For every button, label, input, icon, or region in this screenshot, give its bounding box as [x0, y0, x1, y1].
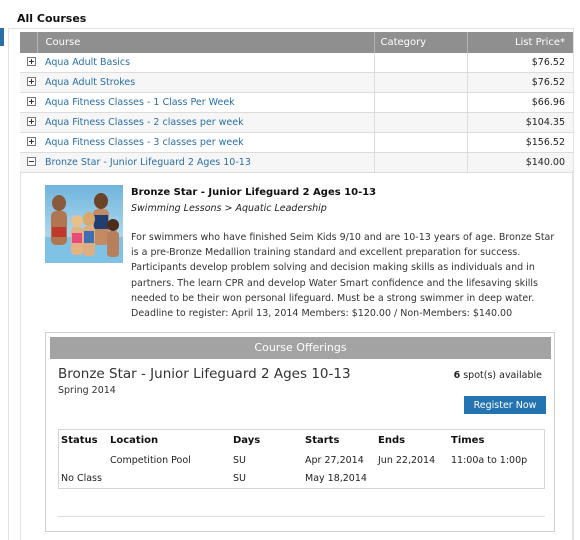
course-link[interactable]: Bronze Star - Junior Lifeguard 2 Ages 10…	[45, 157, 251, 168]
plus-square-icon[interactable]	[27, 136, 36, 146]
schedule-header-days: Days	[233, 435, 261, 446]
schedule-starts: Apr 27,2014	[305, 455, 364, 466]
course-price: $156.52	[467, 132, 573, 153]
course-description: For swimmers who have finished Seim Kids…	[131, 232, 555, 320]
course-link[interactable]: Aqua Adult Basics	[45, 57, 130, 68]
family-photo-illustration	[45, 193, 123, 263]
toggle-column-header	[20, 32, 38, 53]
table-row[interactable]: Aqua Adult Basics $76.52	[20, 53, 573, 73]
spots-label: spot(s) available	[463, 370, 542, 381]
course-column-header[interactable]: Course	[37, 32, 375, 53]
plus-square-icon[interactable]	[27, 56, 36, 66]
table-header-row: Course Category List Price*	[20, 32, 573, 53]
course-category	[374, 53, 468, 73]
course-category	[374, 92, 468, 113]
offering-divider	[58, 516, 545, 517]
schedule-ends: Jun 22,2014	[378, 455, 436, 466]
register-now-button[interactable]: Register Now	[464, 396, 546, 414]
section-title: All Courses	[17, 12, 87, 25]
course-detail-title: Bronze Star - Junior Lifeguard 2 Ages 10…	[131, 187, 377, 198]
minus-square-icon[interactable]	[27, 156, 36, 166]
spots-available: 6 spot(s) available	[454, 370, 542, 381]
spots-count: 6	[453, 370, 461, 381]
course-price: $104.35	[467, 112, 573, 133]
schedule-days: SU	[233, 473, 246, 484]
course-category	[374, 112, 468, 133]
schedule-header-ends: Ends	[378, 435, 406, 446]
offering-term: Spring 2014	[58, 385, 116, 396]
plus-square-icon[interactable]	[27, 116, 36, 126]
course-price: $76.52	[467, 53, 573, 73]
table-row[interactable]: Aqua Adult Strokes $76.52	[20, 72, 573, 93]
course-link[interactable]: Aqua Fitness Classes - 2 classes per wee…	[45, 117, 244, 128]
schedule-header-location: Location	[110, 435, 159, 446]
course-price: $140.00	[467, 152, 573, 173]
course-link[interactable]: Aqua Fitness Classes - 1 Class Per Week	[45, 97, 235, 108]
category-column-header[interactable]: Category	[374, 32, 468, 53]
course-category	[374, 72, 468, 93]
course-category	[374, 132, 468, 153]
schedule-times: 11:00a to 1:00p	[451, 455, 528, 466]
schedule-days: SU	[233, 455, 246, 466]
schedule-location: Competition Pool	[110, 455, 191, 466]
table-row[interactable]: Aqua Fitness Classes - 1 Class Per Week …	[20, 92, 573, 113]
family-photo	[45, 185, 123, 263]
plus-square-icon[interactable]	[27, 76, 36, 86]
schedule-header-times: Times	[451, 435, 485, 446]
course-price: $76.52	[467, 72, 573, 93]
courses-table: Course Category List Price* Aqua Adult B…	[20, 32, 573, 173]
offering-name: Bronze Star - Junior Lifeguard 2 Ages 10…	[58, 366, 351, 382]
table-row[interactable]: Aqua Fitness Classes - 3 classes per wee…	[20, 132, 573, 153]
schedule-status: No Class	[61, 473, 102, 484]
table-row-expanded[interactable]: Bronze Star - Junior Lifeguard 2 Ages 10…	[20, 152, 573, 173]
schedule-header-status: Status	[61, 435, 98, 446]
table-row[interactable]: Aqua Fitness Classes - 2 classes per wee…	[20, 112, 573, 133]
course-link[interactable]: Aqua Adult Strokes	[45, 77, 135, 88]
schedule-header-starts: Starts	[305, 435, 340, 446]
course-category-breadcrumb: Swimming Lessons > Aquatic Leadership	[131, 203, 327, 214]
course-offerings-header: Course Offerings	[50, 337, 551, 359]
price-column-header[interactable]: List Price*	[467, 32, 573, 53]
course-price: $66.96	[467, 92, 573, 113]
nav-accent-bar	[0, 28, 4, 46]
course-link[interactable]: Aqua Fitness Classes - 3 classes per wee…	[45, 137, 244, 148]
course-category	[374, 152, 468, 173]
plus-square-icon[interactable]	[27, 96, 36, 106]
schedule-starts: May 18,2014	[305, 473, 367, 484]
